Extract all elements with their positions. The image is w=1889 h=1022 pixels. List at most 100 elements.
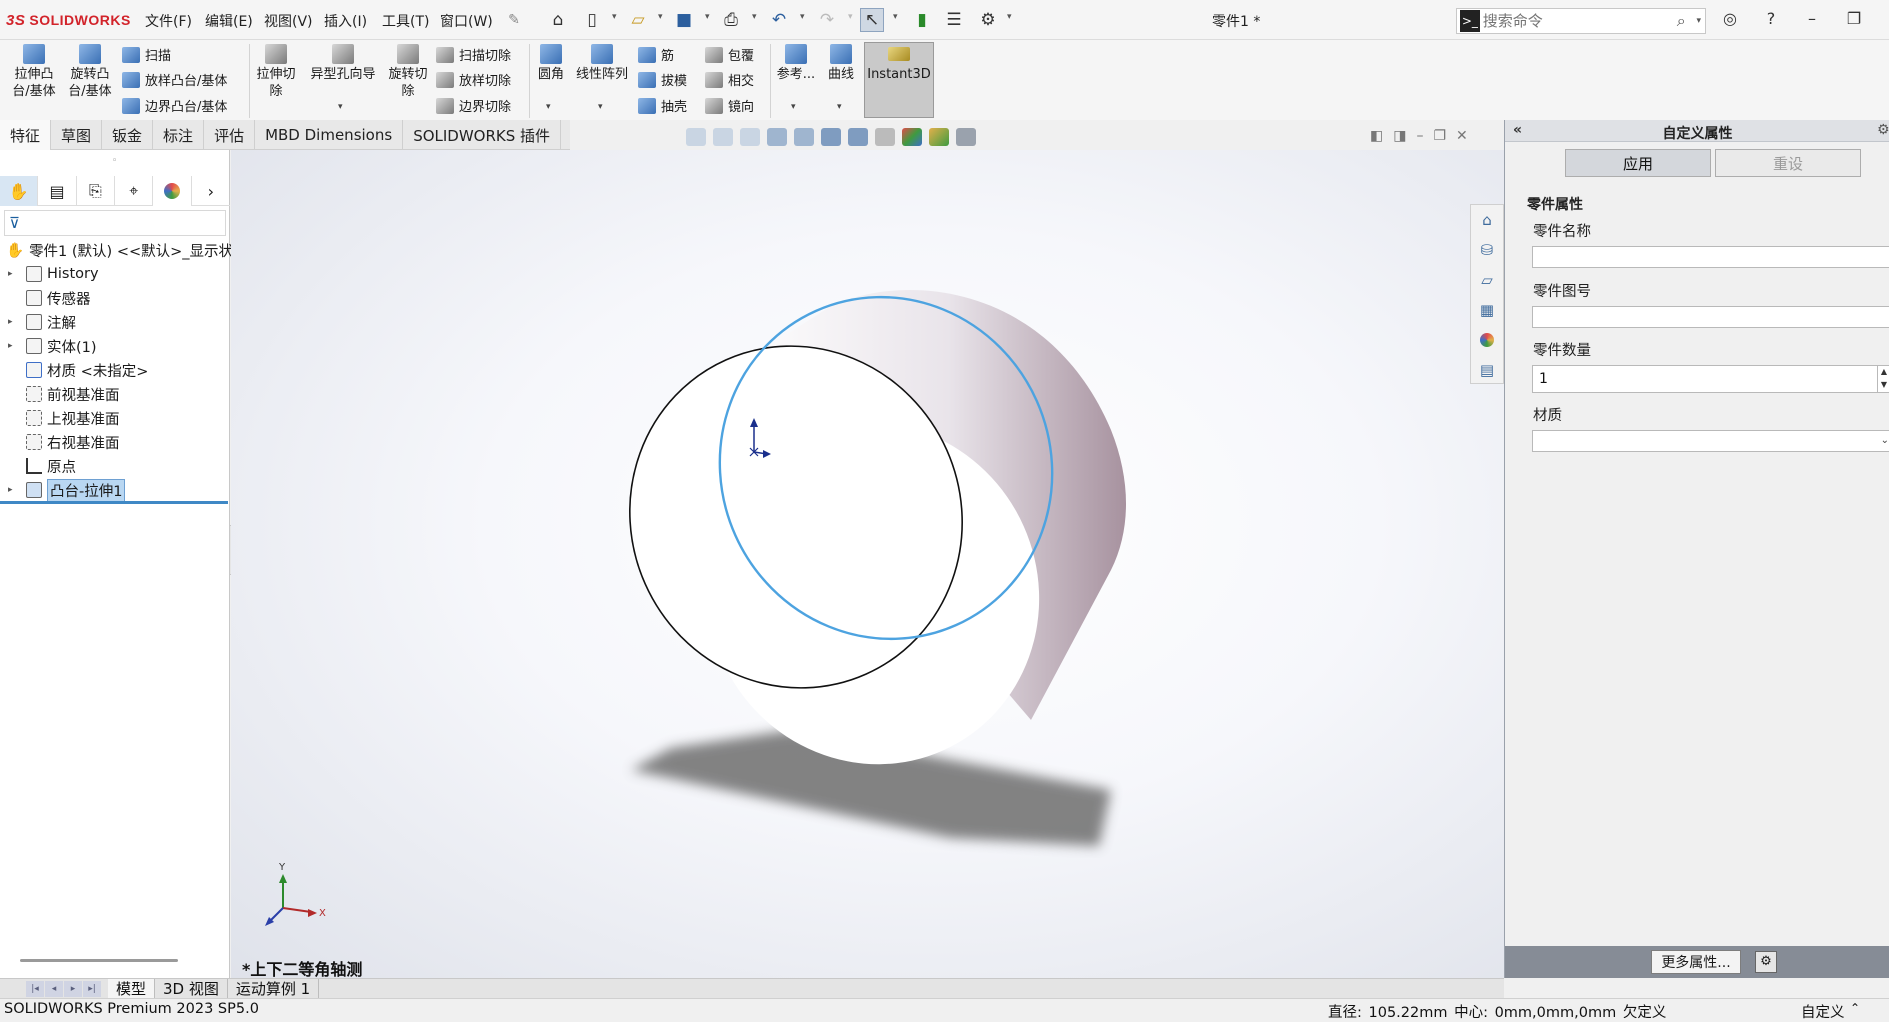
configuration-manager-icon[interactable]: ⎘ bbox=[77, 176, 116, 206]
panel-splitter-handle[interactable]: ◦ bbox=[112, 156, 117, 166]
menu-tools[interactable]: 工具(T) bbox=[382, 11, 429, 31]
split-right-icon[interactable]: ◨ bbox=[1393, 128, 1406, 144]
mirror-button[interactable]: 镜向 bbox=[705, 96, 754, 115]
viewport-restore-icon[interactable]: ❐ bbox=[1433, 128, 1446, 144]
sweep-button[interactable]: 扫描 bbox=[122, 45, 171, 64]
tab-solidworks-addins[interactable]: SOLIDWORKS 插件 bbox=[403, 120, 562, 150]
dimxpert-manager-icon[interactable]: ⌖ bbox=[115, 176, 154, 206]
hole-wizard-dropdown-icon[interactable]: ▾ bbox=[338, 102, 343, 112]
tree-item-annotations[interactable]: ▸ 注解 bbox=[0, 310, 230, 334]
save-dropdown-icon[interactable]: ▾ bbox=[705, 12, 710, 22]
custom-properties-icon[interactable]: ▤ bbox=[1471, 355, 1503, 385]
open-icon[interactable]: ▱ bbox=[626, 8, 650, 32]
prev-tab-icon[interactable]: ◂ bbox=[45, 980, 63, 997]
revolve-boss-button[interactable]: 旋转凸 台/基体 bbox=[64, 44, 116, 100]
more-properties-button[interactable]: 更多属性... bbox=[1651, 950, 1741, 974]
tab-model[interactable]: 模型 bbox=[108, 978, 156, 999]
part-quantity-field[interactable] bbox=[1532, 365, 1889, 393]
tree-item-solid-bodies[interactable]: ▸ 实体(1) bbox=[0, 334, 230, 358]
viewport-minimize-icon[interactable]: – bbox=[1416, 128, 1423, 144]
extrude-boss-button[interactable]: 拉伸凸 台/基体 bbox=[8, 44, 60, 100]
property-manager-icon[interactable]: ▤ bbox=[38, 176, 77, 206]
new-file-icon[interactable]: ▯ bbox=[580, 8, 604, 32]
redo-icon[interactable]: ↷ bbox=[815, 8, 839, 32]
tree-item-boss-extrude1[interactable]: ▸ 凸台-拉伸1 bbox=[0, 478, 230, 502]
apply-button[interactable]: 应用 bbox=[1565, 149, 1711, 177]
linear-pattern-dropdown-icon[interactable]: ▾ bbox=[598, 102, 603, 112]
property-tab-builder-icon[interactable]: ⚙ bbox=[1755, 951, 1777, 973]
horizontal-scrollbar[interactable] bbox=[20, 959, 178, 962]
sweep-cut-button[interactable]: 扫描切除 bbox=[436, 45, 511, 64]
solidworks-logo[interactable]: 3S SOLIDWORKS bbox=[6, 10, 131, 30]
tab-sheet-metal[interactable]: 钣金 bbox=[102, 120, 154, 150]
save-icon[interactable]: ■ bbox=[672, 8, 696, 32]
tab-evaluate[interactable]: 评估 bbox=[204, 120, 256, 150]
tree-item-front-plane[interactable]: 前视基准面 bbox=[0, 382, 230, 406]
tree-item-material[interactable]: 材质 <未指定> bbox=[0, 358, 230, 382]
hide-show-items-icon[interactable] bbox=[875, 128, 895, 146]
revolve-cut-button[interactable]: 旋转切 除 bbox=[384, 44, 432, 100]
select-dropdown-icon[interactable]: ▾ bbox=[893, 12, 898, 22]
last-tab-icon[interactable]: ▸| bbox=[83, 980, 101, 997]
redo-dropdown-icon[interactable]: ▾ bbox=[848, 12, 853, 22]
rollback-bar[interactable] bbox=[0, 501, 228, 504]
view-orientation-icon[interactable] bbox=[821, 128, 841, 146]
extrude-cut-button[interactable]: 拉伸切 除 bbox=[252, 44, 300, 100]
options-icon[interactable]: ⚙ bbox=[976, 8, 1000, 32]
search-icon[interactable]: ⌕ bbox=[1677, 11, 1697, 31]
search-dropdown-icon[interactable]: ▾ bbox=[1696, 16, 1701, 26]
menu-file[interactable]: 文件(F) bbox=[145, 11, 192, 31]
first-tab-icon[interactable]: |◂ bbox=[26, 980, 44, 997]
help-icon[interactable]: ? bbox=[1759, 9, 1783, 31]
next-tab-icon[interactable]: ▸ bbox=[64, 980, 82, 997]
user-icon[interactable]: ◎ bbox=[1718, 9, 1742, 31]
menu-view[interactable]: 视图(V) bbox=[264, 11, 313, 31]
tab-motion-study-1[interactable]: 运动算例 1 bbox=[228, 978, 320, 999]
pane-settings-icon[interactable]: ⚙ bbox=[1877, 122, 1889, 138]
model-cylinder[interactable] bbox=[231, 150, 1504, 978]
wrap-button[interactable]: 包覆 bbox=[705, 45, 754, 64]
display-style-icon[interactable] bbox=[848, 128, 868, 146]
tabs-more-chevron-icon[interactable]: › bbox=[192, 176, 230, 206]
section-view-icon[interactable] bbox=[767, 128, 787, 146]
shell-button[interactable]: 抽壳 bbox=[638, 96, 687, 115]
tree-item-origin[interactable]: 原点 bbox=[0, 454, 230, 478]
dynamic-annotation-icon[interactable] bbox=[794, 128, 814, 146]
linear-pattern-button[interactable]: 线性阵列 bbox=[572, 44, 632, 83]
menu-window[interactable]: 窗口(W) bbox=[440, 11, 493, 31]
tab-3d-views[interactable]: 3D 视图 bbox=[155, 978, 228, 999]
draft-button[interactable]: 拔模 bbox=[638, 70, 687, 89]
home-icon[interactable]: ⌂ bbox=[546, 8, 570, 32]
expand-arrow-icon[interactable]: ▸ bbox=[8, 317, 20, 327]
menu-insert[interactable]: 插入(I) bbox=[324, 11, 367, 31]
fillet-button[interactable]: 圆角 bbox=[532, 44, 570, 83]
open-dropdown-icon[interactable]: ▾ bbox=[658, 12, 663, 22]
feature-manager-tree-icon[interactable]: ✋ bbox=[0, 176, 39, 206]
undo-icon[interactable]: ↶ bbox=[767, 8, 791, 32]
tree-item-top-plane[interactable]: 上视基准面 bbox=[0, 406, 230, 430]
reset-button[interactable]: 重设 bbox=[1715, 149, 1861, 177]
intersect-button[interactable]: 相交 bbox=[705, 70, 754, 89]
select-icon[interactable]: ↖ bbox=[860, 8, 884, 32]
view-settings-icon[interactable] bbox=[956, 128, 976, 146]
pin-icon[interactable]: ✎ bbox=[502, 8, 526, 32]
search-input[interactable] bbox=[1482, 12, 1677, 30]
feature-tree-filter[interactable]: ⊽ bbox=[4, 210, 226, 236]
file-explorer-icon[interactable]: ▱ bbox=[1471, 265, 1503, 295]
graphics-area[interactable]: Y X *上下二等角轴测 bbox=[231, 150, 1504, 978]
print-icon[interactable]: ⎙ bbox=[719, 8, 743, 32]
loft-cut-button[interactable]: 放样切除 bbox=[436, 70, 511, 89]
expand-arrow-icon[interactable]: ▸ bbox=[8, 485, 20, 495]
tree-item-right-plane[interactable]: 右视基准面 bbox=[0, 430, 230, 454]
part-name-field[interactable] bbox=[1532, 246, 1889, 268]
apply-scene-icon[interactable] bbox=[929, 128, 949, 146]
expand-arrow-icon[interactable]: ▸ bbox=[8, 341, 20, 351]
tab-sketch[interactable]: 草图 bbox=[51, 120, 103, 150]
tab-features[interactable]: 特征 bbox=[0, 120, 52, 150]
edit-appearance-icon[interactable] bbox=[902, 128, 922, 146]
tab-mbd-dimensions[interactable]: MBD Dimensions bbox=[255, 120, 404, 150]
display-manager-icon[interactable] bbox=[153, 176, 192, 206]
split-left-icon[interactable]: ◧ bbox=[1370, 128, 1383, 144]
boundary-cut-button[interactable]: 边界切除 bbox=[436, 96, 511, 115]
minimize-icon[interactable]: – bbox=[1800, 9, 1824, 31]
